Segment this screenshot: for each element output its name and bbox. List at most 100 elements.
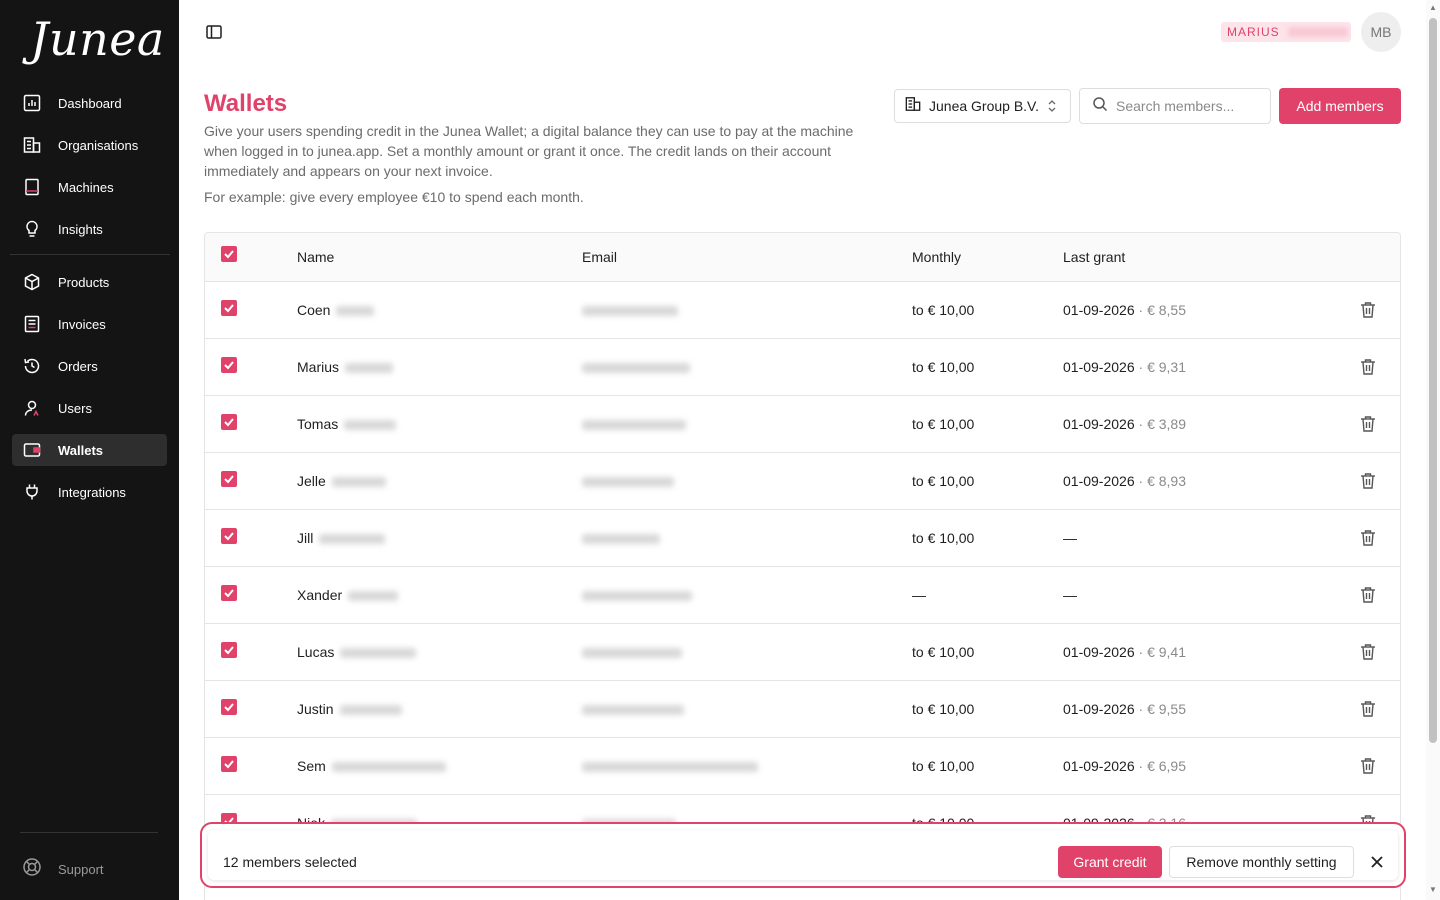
table-row[interactable]: Xander — —	[205, 567, 1400, 624]
column-header-last-grant[interactable]: Last grant	[1063, 249, 1125, 265]
redacted-email	[582, 477, 674, 488]
last-grant-date: 01-09-2026	[1063, 416, 1135, 432]
monthly-amount: to € 10,00	[912, 359, 975, 375]
table-row[interactable]: Justin to € 10,00 01-09-2026 · € 9,55	[205, 681, 1400, 738]
row-checkbox[interactable]	[221, 699, 237, 715]
sidebar-item-insights[interactable]: Insights	[12, 213, 167, 245]
last-grant-date: 01-09-2026	[1063, 302, 1135, 318]
redacted-email	[582, 762, 758, 773]
sidebar-item-label: Dashboard	[58, 95, 122, 111]
member-email	[582, 302, 678, 318]
sidebar-item-organisations[interactable]: Organisations	[12, 129, 167, 161]
add-members-button[interactable]: Add members	[1279, 88, 1401, 124]
redacted-last-name	[348, 591, 399, 602]
last-grant-amount: · € 9,31	[1138, 359, 1186, 375]
delete-icon[interactable]	[1360, 643, 1376, 666]
delete-icon[interactable]	[1360, 415, 1376, 438]
delete-icon[interactable]	[1360, 529, 1376, 552]
sidebar-item-label: Insights	[58, 221, 103, 237]
delete-icon[interactable]	[1360, 358, 1376, 381]
member-first-name: Sem	[297, 758, 326, 774]
delete-icon[interactable]	[1360, 472, 1376, 495]
delete-icon[interactable]	[1360, 757, 1376, 780]
row-checkbox[interactable]	[221, 756, 237, 772]
table-row[interactable]: Sem to € 10,00 01-09-2026 · € 6,95	[205, 738, 1400, 795]
row-checkbox[interactable]	[221, 471, 237, 487]
search-box	[1079, 88, 1271, 124]
lifebuoy-icon	[22, 857, 42, 882]
monthly-amount: to € 10,00	[912, 644, 975, 660]
scroll-down-icon[interactable]: ▼	[1429, 885, 1437, 894]
table-row[interactable]: Jelle to € 10,00 01-09-2026 · € 8,93	[205, 453, 1400, 510]
select-all-checkbox[interactable]	[221, 246, 237, 262]
row-checkbox[interactable]	[221, 528, 237, 544]
user-badge[interactable]: MARIUS	[1221, 22, 1351, 42]
last-grant-amount: · € 6,95	[1138, 758, 1186, 774]
page-example: For example: give every employee €10 to …	[204, 189, 584, 205]
close-icon[interactable]	[1367, 852, 1387, 872]
grant-credit-button[interactable]: Grant credit	[1058, 846, 1162, 878]
row-checkbox[interactable]	[221, 300, 237, 316]
row-checkbox[interactable]	[221, 357, 237, 373]
support-link[interactable]: Support	[22, 857, 104, 882]
member-name: Coen	[297, 302, 375, 318]
delete-icon[interactable]	[1360, 586, 1376, 609]
column-header-name[interactable]: Name	[297, 249, 334, 265]
scrollbar-thumb[interactable]	[1429, 18, 1437, 743]
redacted-last-name	[344, 420, 397, 431]
sidebar-item-invoices[interactable]: Invoices	[12, 308, 167, 340]
junea-logo[interactable]: Junea	[30, 12, 165, 66]
sidebar-item-wallets[interactable]: Wallets	[12, 434, 167, 466]
last-grant-date: 01-09-2026	[1063, 701, 1135, 717]
last-grant-amount: · € 8,93	[1138, 473, 1186, 489]
user-icon	[22, 398, 42, 418]
table-row[interactable]: Lucas to € 10,00 01-09-2026 · € 9,41	[205, 624, 1400, 681]
table-row[interactable]: Jill to € 10,00 —	[205, 510, 1400, 567]
last-grant-date: 01-09-2026	[1063, 473, 1135, 489]
sidebar-item-label: Machines	[58, 179, 114, 195]
row-checkbox[interactable]	[221, 642, 237, 658]
delete-icon[interactable]	[1360, 301, 1376, 324]
member-first-name: Lucas	[297, 644, 335, 660]
search-input[interactable]	[1116, 98, 1266, 114]
table-header: Name Email Monthly Last grant	[205, 233, 1400, 282]
sidebar-item-dashboard[interactable]: Dashboard	[12, 87, 167, 119]
last-grant: 01-09-2026 · € 9,31	[1063, 359, 1186, 375]
member-first-name: Justin	[297, 701, 334, 717]
scrollbar[interactable]: ▲ ▼	[1426, 0, 1440, 900]
last-grant-date: —	[1063, 587, 1077, 603]
remove-monthly-setting-button[interactable]: Remove monthly setting	[1169, 846, 1354, 878]
redacted-last-name	[336, 306, 375, 317]
member-name: Jill	[297, 530, 386, 546]
scroll-up-icon[interactable]: ▲	[1429, 3, 1437, 12]
sidebar-toggle-icon[interactable]	[204, 22, 224, 42]
sidebar-item-orders[interactable]: Orders	[12, 350, 167, 382]
organisation-select[interactable]: Junea Group B.V.	[894, 89, 1071, 123]
row-checkbox[interactable]	[221, 414, 237, 430]
row-checkbox[interactable]	[221, 585, 237, 601]
last-grant: —	[1063, 530, 1077, 546]
table-row[interactable]: Tomas to € 10,00 01-09-2026 · € 3,89	[205, 396, 1400, 453]
sidebar-item-users[interactable]: Users	[12, 392, 167, 424]
sidebar-item-machines[interactable]: Machines	[12, 171, 167, 203]
column-header-monthly[interactable]: Monthly	[912, 249, 961, 265]
sidebar-item-products[interactable]: Products	[12, 266, 167, 298]
avatar[interactable]: MB	[1361, 12, 1401, 52]
machine-icon	[22, 177, 42, 197]
member-first-name: Coen	[297, 302, 331, 318]
redacted-email	[582, 306, 678, 317]
delete-icon[interactable]	[1360, 700, 1376, 723]
sidebar-item-integrations[interactable]: Integrations	[12, 476, 167, 508]
last-grant-date: 01-09-2026	[1063, 644, 1135, 660]
table-row[interactable]: Coen to € 10,00 01-09-2026 · € 8,55	[205, 282, 1400, 339]
redacted-email	[582, 534, 660, 545]
redacted-email	[582, 705, 684, 716]
user-name: MARIUS	[1227, 25, 1280, 39]
sidebar: Junea Dashboard Organisations Machines I…	[0, 0, 179, 900]
search-icon	[1092, 96, 1108, 117]
member-email	[582, 473, 674, 489]
last-grant-date: —	[1063, 530, 1077, 546]
column-header-email[interactable]: Email	[582, 249, 617, 265]
table-row[interactable]: Marius to € 10,00 01-09-2026 · € 9,31	[205, 339, 1400, 396]
member-email	[582, 416, 686, 432]
